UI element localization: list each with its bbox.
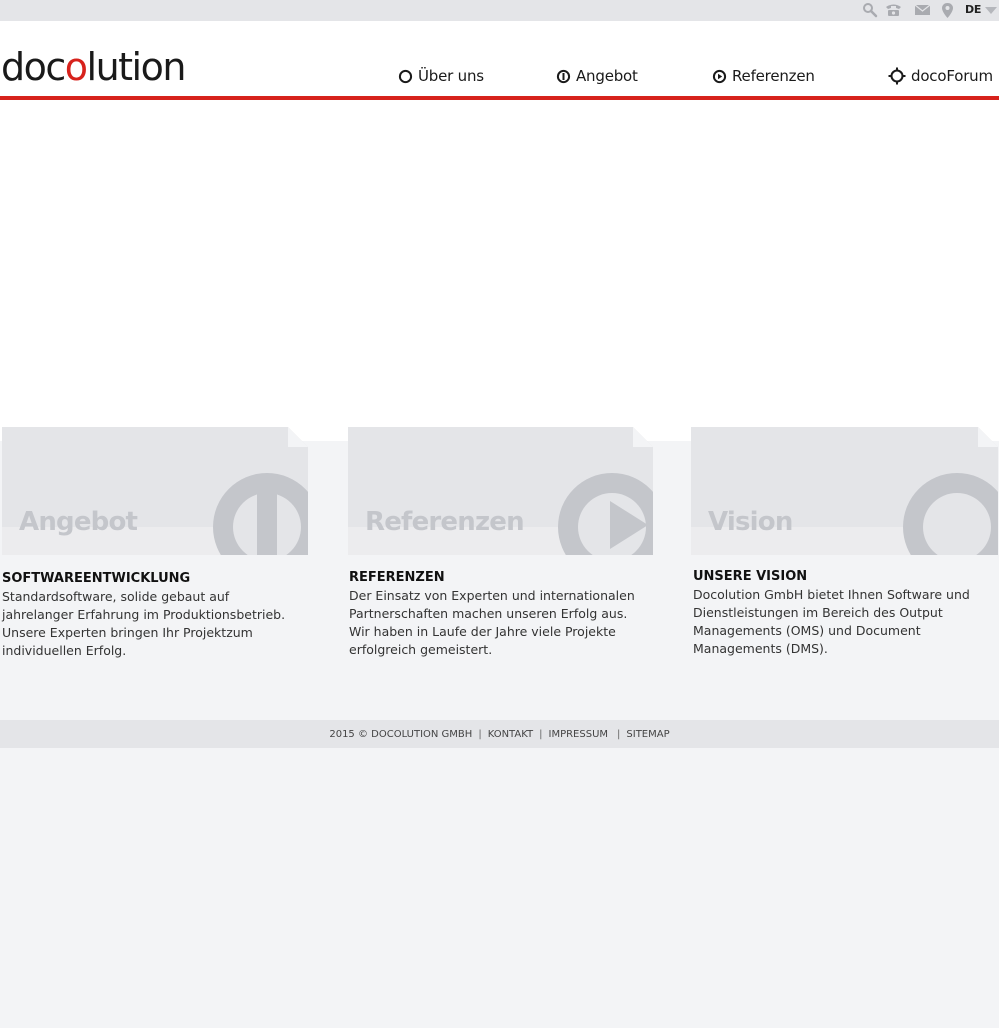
nav-item-label: Referenzen — [732, 67, 815, 85]
footer-link-sitemap[interactable]: SITEMAP — [626, 729, 669, 740]
card-title: Angebot — [19, 507, 138, 537]
section-heading: REFERENZEN — [349, 570, 445, 585]
text-block-softwareentwicklung: SOFTWAREENTWICKLUNG Standardsoftware, so… — [2, 570, 302, 660]
footer-separator: | — [478, 728, 482, 740]
card-title: Vision — [708, 507, 793, 537]
card-vision[interactable]: Vision — [691, 427, 998, 555]
footer-link-impressum[interactable]: IMPRESSUM — [549, 729, 609, 740]
footer: 2015 © DOCOLUTION GMBH | KONTAKT | IMPRE… — [0, 720, 999, 748]
nav-item-docoforum[interactable]: docoForum — [888, 66, 993, 86]
mail-icon[interactable] — [914, 2, 931, 18]
logo[interactable]: docolution — [1, 48, 186, 86]
target-icon — [888, 67, 906, 85]
section-heading: SOFTWAREENTWICKLUNG — [2, 571, 191, 586]
nav-item-angebot[interactable]: Angebot — [556, 66, 638, 86]
card-title: Referenzen — [365, 507, 525, 537]
power-icon — [556, 69, 571, 83]
text-block-referenzen: REFERENZEN Der Einsatz von Experten und … — [349, 569, 649, 659]
footer-link-kontakt[interactable]: KONTAKT — [488, 729, 533, 740]
card-angebot[interactable]: Angebot — [2, 427, 308, 555]
nav-item-ueber-uns[interactable]: Über uns — [398, 66, 484, 86]
text-block-vision: UNSERE VISION Docolution GmbH bietet Ihn… — [693, 568, 993, 658]
section-text: Standardsoftware, solide gebaut auf jahr… — [2, 589, 286, 658]
location-pin-icon[interactable] — [941, 2, 954, 19]
footer-copyright: 2015 © DOCOLUTION GMBH — [329, 728, 473, 740]
top-utility-bar — [0, 0, 999, 21]
phone-icon[interactable] — [885, 2, 902, 18]
circle-icon — [398, 69, 413, 83]
footer-separator: | — [539, 728, 543, 740]
nav-item-label: Angebot — [576, 67, 638, 85]
nav-item-label: docoForum — [911, 67, 993, 85]
search-icon[interactable] — [862, 2, 878, 18]
nav-item-referenzen[interactable]: Referenzen — [712, 66, 815, 86]
nav-item-label: Über uns — [418, 67, 484, 85]
chevron-down-icon[interactable] — [985, 7, 997, 14]
section-heading: UNSERE VISION — [693, 569, 808, 584]
footer-separator: | — [617, 728, 621, 740]
section-text: Docolution GmbH bietet Ihnen Software un… — [693, 587, 970, 656]
play-icon — [712, 69, 727, 83]
language-selector[interactable]: DE — [965, 3, 981, 16]
section-text: Der Einsatz von Experten und internation… — [349, 588, 635, 657]
card-referenzen[interactable]: Referenzen — [348, 427, 653, 555]
header-accent-line — [0, 96, 999, 100]
